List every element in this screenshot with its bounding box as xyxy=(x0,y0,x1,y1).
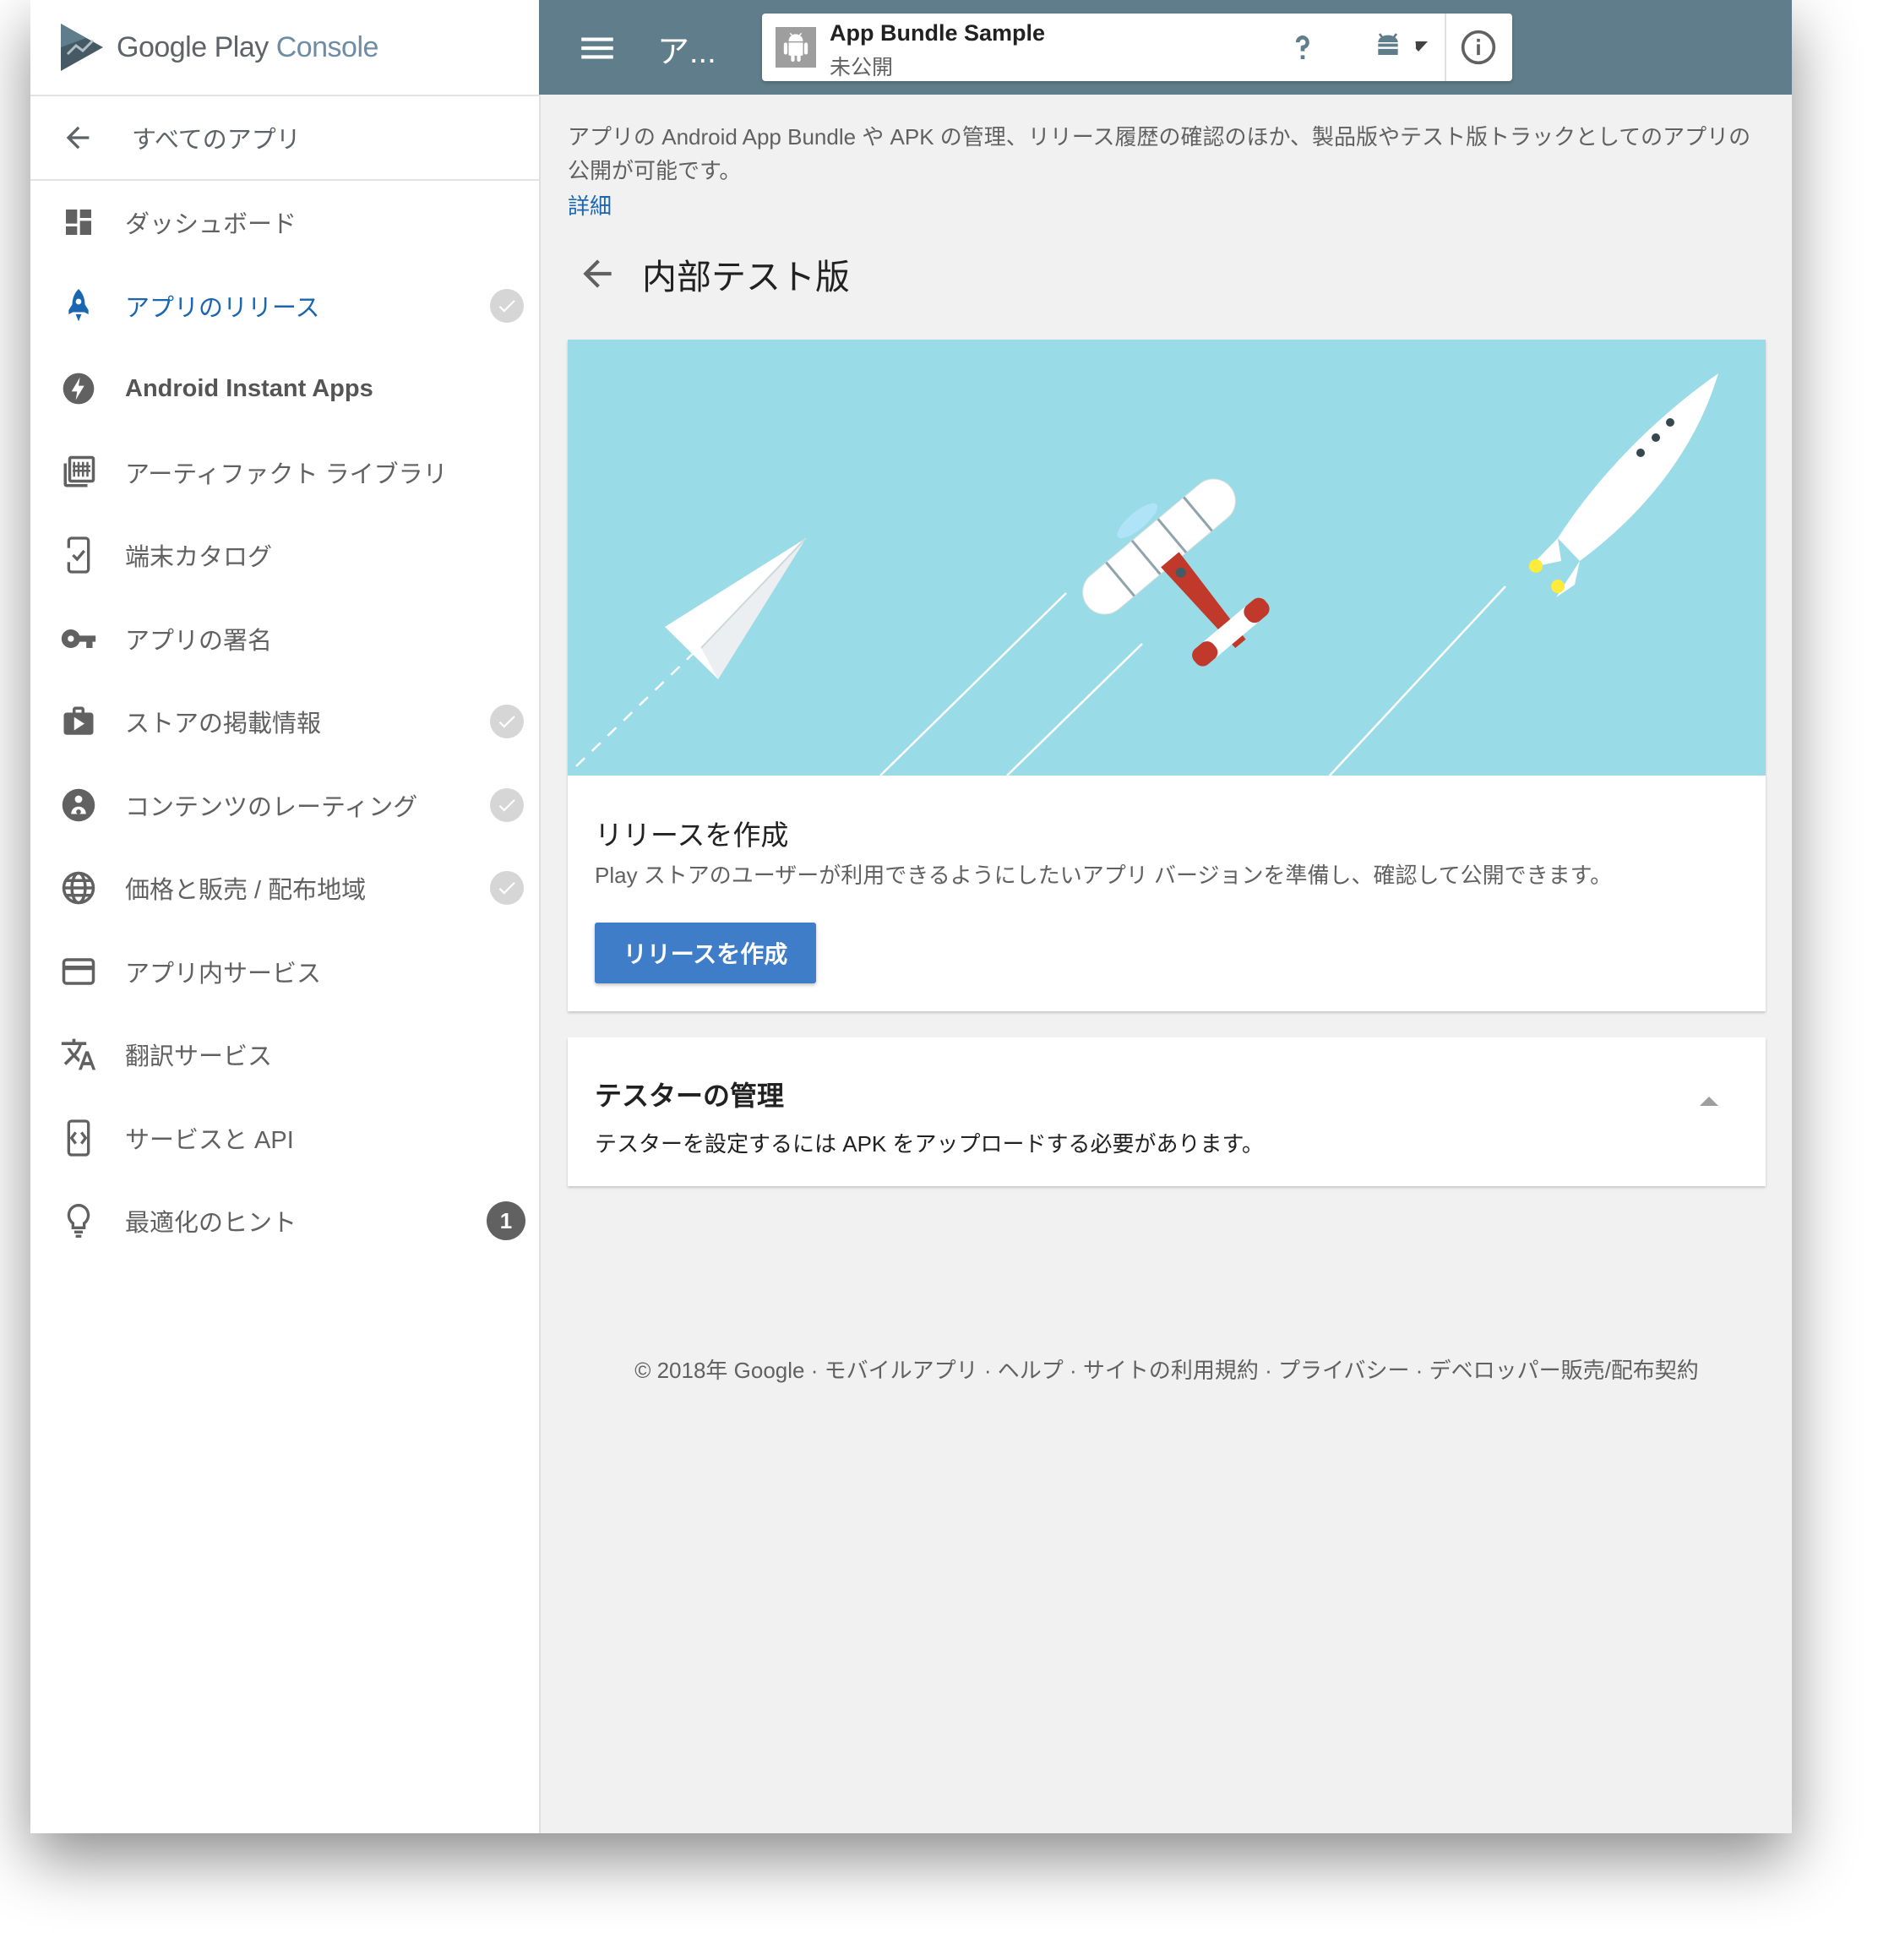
manage-testers-description: テスターを設定するには APK をアップロードする必要があります。 xyxy=(595,1131,1264,1157)
sidebar-item-artifact-library[interactable]: アーティファクト ライブラリ xyxy=(30,431,539,514)
rocket-icon xyxy=(59,286,98,325)
android-app-icon xyxy=(776,27,816,68)
dashboard-icon xyxy=(59,203,98,242)
api-icon xyxy=(59,1119,98,1157)
footer-separator: · xyxy=(1258,1358,1278,1383)
sidebar-item-label: アプリのリリース xyxy=(125,294,320,322)
sidebar-item-label: アプリの署名 xyxy=(125,627,273,655)
sidebar-item-pricing-distribution[interactable]: 価格と販売 / 配布地域 xyxy=(30,847,539,930)
app-name: App Bundle Sample xyxy=(830,20,1046,46)
notification-count-badge: 1 xyxy=(487,1201,525,1241)
collapse-caret-icon[interactable] xyxy=(1700,1097,1718,1106)
sidebar-item-store-listing[interactable]: ストアの掲載情報 xyxy=(30,680,539,764)
sidebar-item-translation[interactable]: 翻訳サービス xyxy=(30,1013,539,1097)
help-icon[interactable] xyxy=(1279,24,1326,71)
footer-separator: · xyxy=(977,1358,998,1383)
footer-separator: · xyxy=(1409,1358,1429,1383)
brand-header[interactable]: Google Play Console xyxy=(30,0,539,96)
sidebar-item-in-app-products[interactable]: アプリ内サービス xyxy=(30,930,539,1014)
translate-icon xyxy=(59,1035,98,1074)
sidebar-item-dashboard[interactable]: ダッシュボード xyxy=(30,181,539,264)
arrow-back-icon xyxy=(66,126,90,150)
sidebar-item-label: 翻訳サービス xyxy=(125,1043,273,1071)
footer-link-mobile-app[interactable]: モバイルアプリ xyxy=(825,1358,978,1383)
create-release-button[interactable]: リリースを作成 xyxy=(595,923,816,983)
learn-more-link[interactable]: 詳細 xyxy=(568,189,612,220)
rating-icon xyxy=(59,786,98,825)
check-circle-icon xyxy=(490,871,524,906)
account-avatar[interactable] xyxy=(1360,19,1416,74)
main-content: アプリの Android App Bundle や APK の管理、リリース履歴… xyxy=(539,95,1792,1833)
sidebar-item-label: 価格と販売 / 配布地域 xyxy=(125,877,367,905)
brand-name-main: Google Play xyxy=(117,30,269,63)
footer-copyright: © 2018年 Google xyxy=(634,1358,805,1383)
sidebar-item-content-rating[interactable]: コンテンツのレーティング xyxy=(30,764,539,847)
sidebar-item-optimization-tips[interactable]: 最適化のヒント 1 xyxy=(30,1179,539,1263)
create-release-title: リリースを作成 xyxy=(595,819,789,851)
arrow-back-icon[interactable] xyxy=(576,253,618,295)
check-circle-icon xyxy=(490,288,524,323)
top-app-bar: ア... App Bundle Sample 未公開 xyxy=(539,0,1792,95)
lightning-icon xyxy=(59,369,98,408)
sidebar-item-label: アーティファクト ライブラリ xyxy=(125,460,448,488)
sidebar-item-label: Android Instant Apps xyxy=(125,374,373,402)
sidebar-item-label: ストアの掲載情報 xyxy=(125,710,322,738)
sidebar-item-app-releases[interactable]: アプリのリリース xyxy=(30,264,539,348)
page-intro-text: アプリの Android App Bundle や APK の管理、リリース履歴… xyxy=(568,124,1751,183)
library-icon xyxy=(59,453,98,492)
app-window: Google Play Console すべてのアプリ ダッシュボード アプリの… xyxy=(30,0,1792,1833)
sidebar: Google Play Console すべてのアプリ ダッシュボード アプリの… xyxy=(30,0,541,1833)
page-footer: © 2018年 Google · モバイルアプリ · ヘルプ · サイトの利用規… xyxy=(568,1353,1766,1385)
create-release-description: Play ストアのユーザーが利用できるようにしたいアプリ バージョンを準備し、確… xyxy=(595,863,1613,888)
app-status: 未公開 xyxy=(830,56,894,79)
store-bag-icon xyxy=(59,702,98,741)
brand-name: Google Play Console xyxy=(117,31,378,64)
footer-separator: · xyxy=(1063,1358,1083,1383)
release-hero-illustration xyxy=(568,340,1766,776)
selector-divider xyxy=(1445,14,1446,81)
info-icon[interactable] xyxy=(1460,29,1497,66)
key-icon xyxy=(59,619,98,658)
footer-link-privacy[interactable]: プライバシー xyxy=(1278,1358,1409,1383)
sidebar-item-label: サービスと API xyxy=(125,1126,294,1154)
footer-separator: · xyxy=(804,1358,825,1383)
sidebar-item-label: 最適化のヒント xyxy=(125,1210,297,1238)
manage-testers-card[interactable]: テスターの管理 テスターを設定するには APK をアップロードする必要があります… xyxy=(568,1037,1766,1186)
sidebar-item-instant-apps[interactable]: Android Instant Apps xyxy=(30,347,539,431)
play-console-logo-icon xyxy=(61,24,103,71)
sidebar-item-label: コンテンツのレーティング xyxy=(125,793,418,821)
lightbulb-icon xyxy=(59,1201,98,1240)
sidebar-item-label: 端末カタログ xyxy=(125,544,273,572)
sidebar-nav: ダッシュボード アプリのリリース Android Instant Apps アー… xyxy=(30,181,539,1263)
footer-link-developer-agreement[interactable]: デベロッパー販売/配布契約 xyxy=(1429,1358,1699,1383)
sidebar-item-app-signing[interactable]: アプリの署名 xyxy=(30,597,539,681)
sidebar-item-services-api[interactable]: サービスと API xyxy=(30,1097,539,1180)
page-title: 内部テスト版 xyxy=(642,258,850,297)
sidebar-item-label: アプリ内サービス xyxy=(125,960,322,988)
globe-icon xyxy=(59,868,98,907)
all-apps-label: すべてのアプリ xyxy=(132,127,301,154)
all-apps-link[interactable]: すべてのアプリ xyxy=(30,96,539,181)
app-title-short: ア... xyxy=(657,35,716,70)
sidebar-item-device-catalog[interactable]: 端末カタログ xyxy=(30,514,539,597)
check-circle-icon xyxy=(490,705,524,739)
android-avatar-icon xyxy=(1378,33,1398,55)
brand-name-accent: Console xyxy=(275,30,379,63)
bell-icon[interactable] xyxy=(1205,24,1252,71)
footer-link-help[interactable]: ヘルプ xyxy=(998,1358,1064,1383)
credit-card-icon xyxy=(59,952,98,991)
manage-testers-title: テスターの管理 xyxy=(595,1081,785,1111)
create-release-card: リリースを作成 Play ストアのユーザーが利用できるようにしたいアプリ バージ… xyxy=(568,340,1766,1011)
device-check-icon xyxy=(59,536,98,574)
sidebar-item-label: ダッシュボード xyxy=(125,211,297,239)
check-circle-icon xyxy=(490,787,524,822)
footer-link-terms[interactable]: サイトの利用規約 xyxy=(1083,1358,1259,1383)
page-heading-row: 内部テスト版 xyxy=(568,248,850,299)
hamburger-menu-icon[interactable] xyxy=(576,27,618,69)
